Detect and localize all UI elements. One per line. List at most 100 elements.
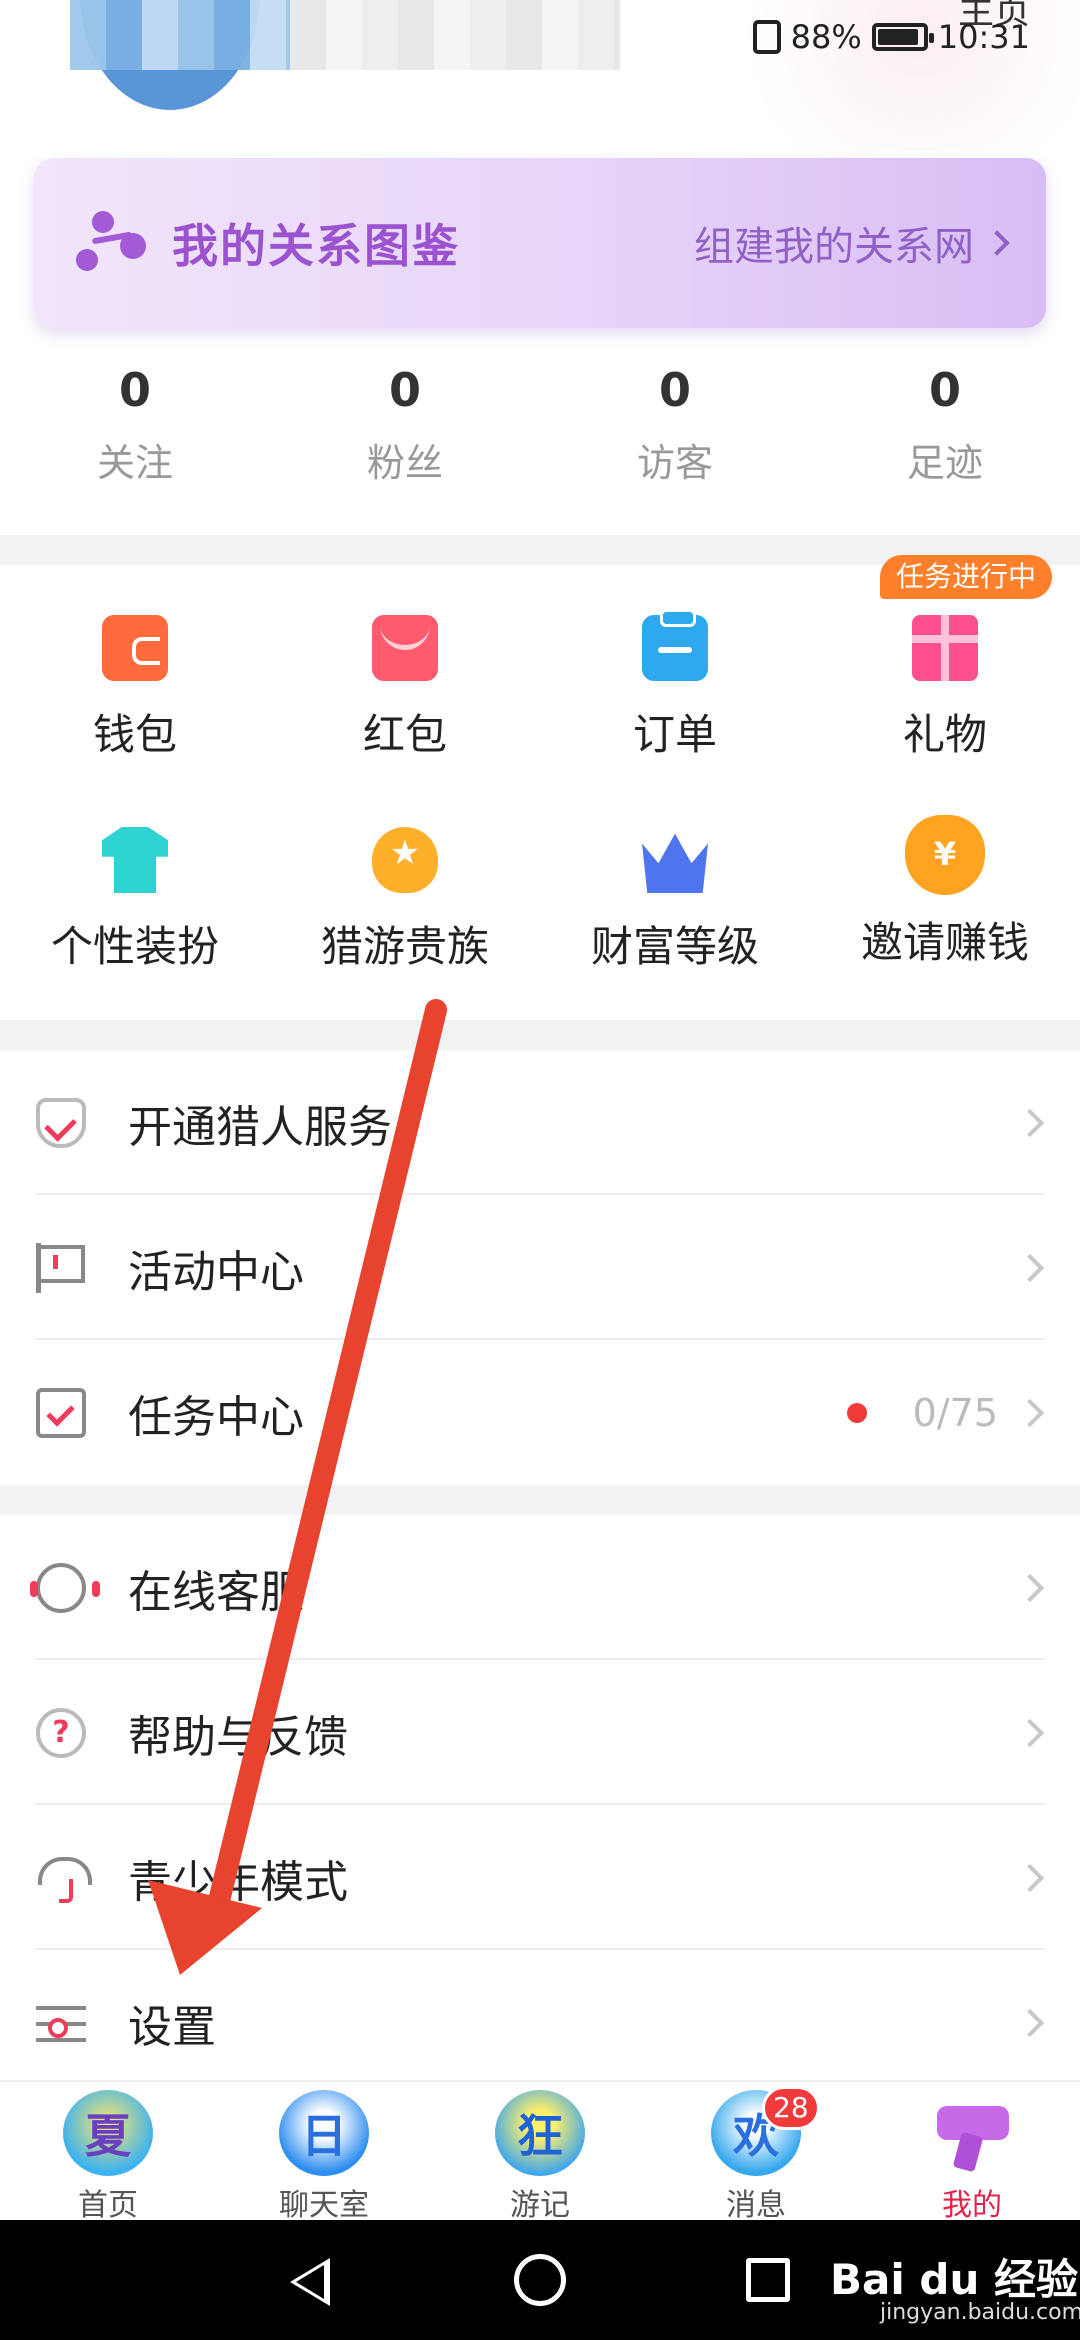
grid-item-label: 礼物 (902, 710, 987, 759)
back-icon[interactable] (290, 2258, 330, 2306)
support-list: 在线客服 ? 帮助与反馈 青少年模式 设置 (0, 1515, 1080, 2095)
red-packet-icon (372, 615, 438, 681)
feature-grid: 钱包 红包 订单 礼物 个性装扮 猎游贵族 财富等级 邀请赚钱 (0, 565, 1080, 1020)
grid-item-noble[interactable]: 猎游贵族 (270, 827, 540, 974)
grid-item-red-packet[interactable]: 红包 (270, 615, 540, 762)
baidu-watermark: Bai du 经验 (830, 2255, 1078, 2304)
stat-value: 0 (118, 363, 151, 417)
chevron-right-icon (1015, 2008, 1045, 2037)
section-divider (0, 1485, 1080, 1515)
bottom-tab-bar: 夏 首页 日 聊天室 狂 游记 欢 消息 28 我的 (0, 2080, 1080, 2223)
relation-banner[interactable]: 我的关系图鉴 组建我的关系网 (34, 158, 1046, 328)
shield-check-icon (36, 1097, 86, 1148)
stat-value: 0 (388, 363, 421, 417)
list-item-task-center[interactable]: 任务中心 0/75 (0, 1340, 1080, 1485)
chevron-right-icon (1015, 1573, 1045, 1602)
task-in-progress-badge: 任务进行中 (880, 555, 1053, 599)
vibrate-icon (752, 20, 781, 54)
gift-icon (912, 615, 978, 681)
shirt-icon (102, 827, 168, 893)
settings-sliders-icon (36, 1998, 86, 2048)
flag-icon (36, 1242, 86, 1293)
tab-messages[interactable]: 欢 消息 28 (648, 2082, 864, 2223)
list-item-teen-mode[interactable]: 青少年模式 (0, 1805, 1080, 1950)
headset-icon (30, 1562, 86, 1613)
grid-item-wallet[interactable]: 钱包 (0, 615, 270, 762)
home-circle-icon[interactable] (514, 2254, 566, 2306)
list-item-settings[interactable]: 设置 (0, 1950, 1080, 2095)
grid-item-label: 订单 (632, 710, 717, 759)
relation-title: 我的关系图鉴 (172, 219, 460, 273)
grid-item-wealth-level[interactable]: 财富等级 (540, 827, 810, 974)
chevron-right-icon (1015, 1398, 1045, 1427)
grid-item-invite-earn[interactable]: 邀请赚钱 (810, 815, 1080, 970)
list-item-label: 设置 (128, 2001, 216, 2053)
stat-fans[interactable]: 0 粉丝 (270, 360, 540, 500)
tab-home[interactable]: 夏 首页 (0, 2082, 216, 2223)
battery-percent: 88% (790, 18, 862, 56)
grid-item-label: 财富等级 (590, 922, 759, 971)
build-relation-link[interactable]: 组建我的关系网 (694, 214, 1010, 272)
chevron-right-icon (1015, 1253, 1045, 1282)
grid-item-label: 猎游贵族 (320, 922, 489, 971)
tab-journal[interactable]: 狂 游记 (432, 2082, 648, 2223)
service-list: 开通猎人服务 活动中心 任务中心 0/75 (0, 1050, 1080, 1485)
status-bar: 88% 10:31 (752, 18, 1030, 56)
noble-badge-icon (372, 827, 438, 893)
journal-tab-icon: 狂 (495, 2090, 585, 2176)
grid-item-label: 红包 (362, 710, 447, 759)
task-progress-count: 0/75 (912, 1390, 998, 1435)
tab-label: 我的 (942, 2188, 1002, 2223)
stat-footprints[interactable]: 0 足迹 (810, 360, 1080, 500)
tab-label: 聊天室 (279, 2188, 369, 2223)
grid-item-orders[interactable]: 订单 (540, 609, 810, 762)
recent-apps-icon[interactable] (746, 2258, 790, 2302)
grid-item-label: 个性装扮 (50, 922, 219, 971)
stat-visitors[interactable]: 0 访客 (540, 360, 810, 500)
umbrella-icon (36, 1853, 92, 1903)
grid-item-label: 钱包 (92, 710, 177, 759)
tab-mine[interactable]: 我的 (864, 2082, 1080, 2223)
water-gun-icon (927, 2090, 1017, 2176)
list-item-online-support[interactable]: 在线客服 (0, 1515, 1080, 1660)
relation-graph-icon (74, 205, 150, 281)
grid-item-gift[interactable]: 礼物 (810, 615, 1080, 762)
blurred-user-info (290, 0, 620, 70)
tab-chatroom[interactable]: 日 聊天室 (216, 2082, 432, 2223)
list-item-activity-center[interactable]: 活动中心 (0, 1195, 1080, 1340)
list-item-label: 任务中心 (128, 1391, 304, 1443)
system-navigation-bar: Bai du 经验 jingyan.baidu.com (0, 2220, 1080, 2340)
list-item-hunter-service[interactable]: 开通猎人服务 (0, 1050, 1080, 1195)
section-divider (0, 1020, 1080, 1050)
list-item-label: 青少年模式 (128, 1856, 348, 1908)
watermark-url: jingyan.baidu.com (880, 2300, 1080, 2325)
chevron-right-icon (1015, 1108, 1045, 1137)
stat-label: 粉丝 (366, 441, 443, 485)
task-clipboard-icon (36, 1387, 86, 1438)
list-item-label: 帮助与反馈 (128, 1711, 348, 1763)
clock: 10:31 (937, 18, 1030, 56)
chevron-right-icon (1015, 1863, 1045, 1892)
profile-header: 主页 88% 10:31 (0, 0, 1080, 150)
grid-item-dress-up[interactable]: 个性装扮 (0, 827, 270, 974)
unread-count-badge: 28 (762, 2086, 820, 2130)
chevron-right-icon (984, 230, 1010, 256)
money-bag-icon (905, 815, 985, 895)
tab-label: 游记 (510, 2188, 570, 2223)
stat-following[interactable]: 0 关注 (0, 360, 270, 500)
list-item-help-feedback[interactable]: ? 帮助与反馈 (0, 1660, 1080, 1805)
battery-icon (871, 23, 934, 51)
crown-icon (642, 833, 708, 893)
build-relation-label: 组建我的关系网 (694, 224, 974, 270)
unread-dot (846, 1402, 867, 1423)
tab-label: 消息 (726, 2188, 786, 2223)
tab-label: 首页 (78, 2188, 138, 2223)
list-item-label: 开通猎人服务 (128, 1101, 392, 1153)
stat-value: 0 (658, 363, 691, 417)
grid-item-label: 邀请赚钱 (860, 918, 1029, 967)
stat-label: 足迹 (906, 441, 983, 485)
wallet-icon (102, 615, 168, 681)
home-tab-icon: 夏 (63, 2090, 153, 2176)
chatroom-tab-icon: 日 (279, 2090, 369, 2176)
stat-label: 关注 (96, 441, 173, 485)
